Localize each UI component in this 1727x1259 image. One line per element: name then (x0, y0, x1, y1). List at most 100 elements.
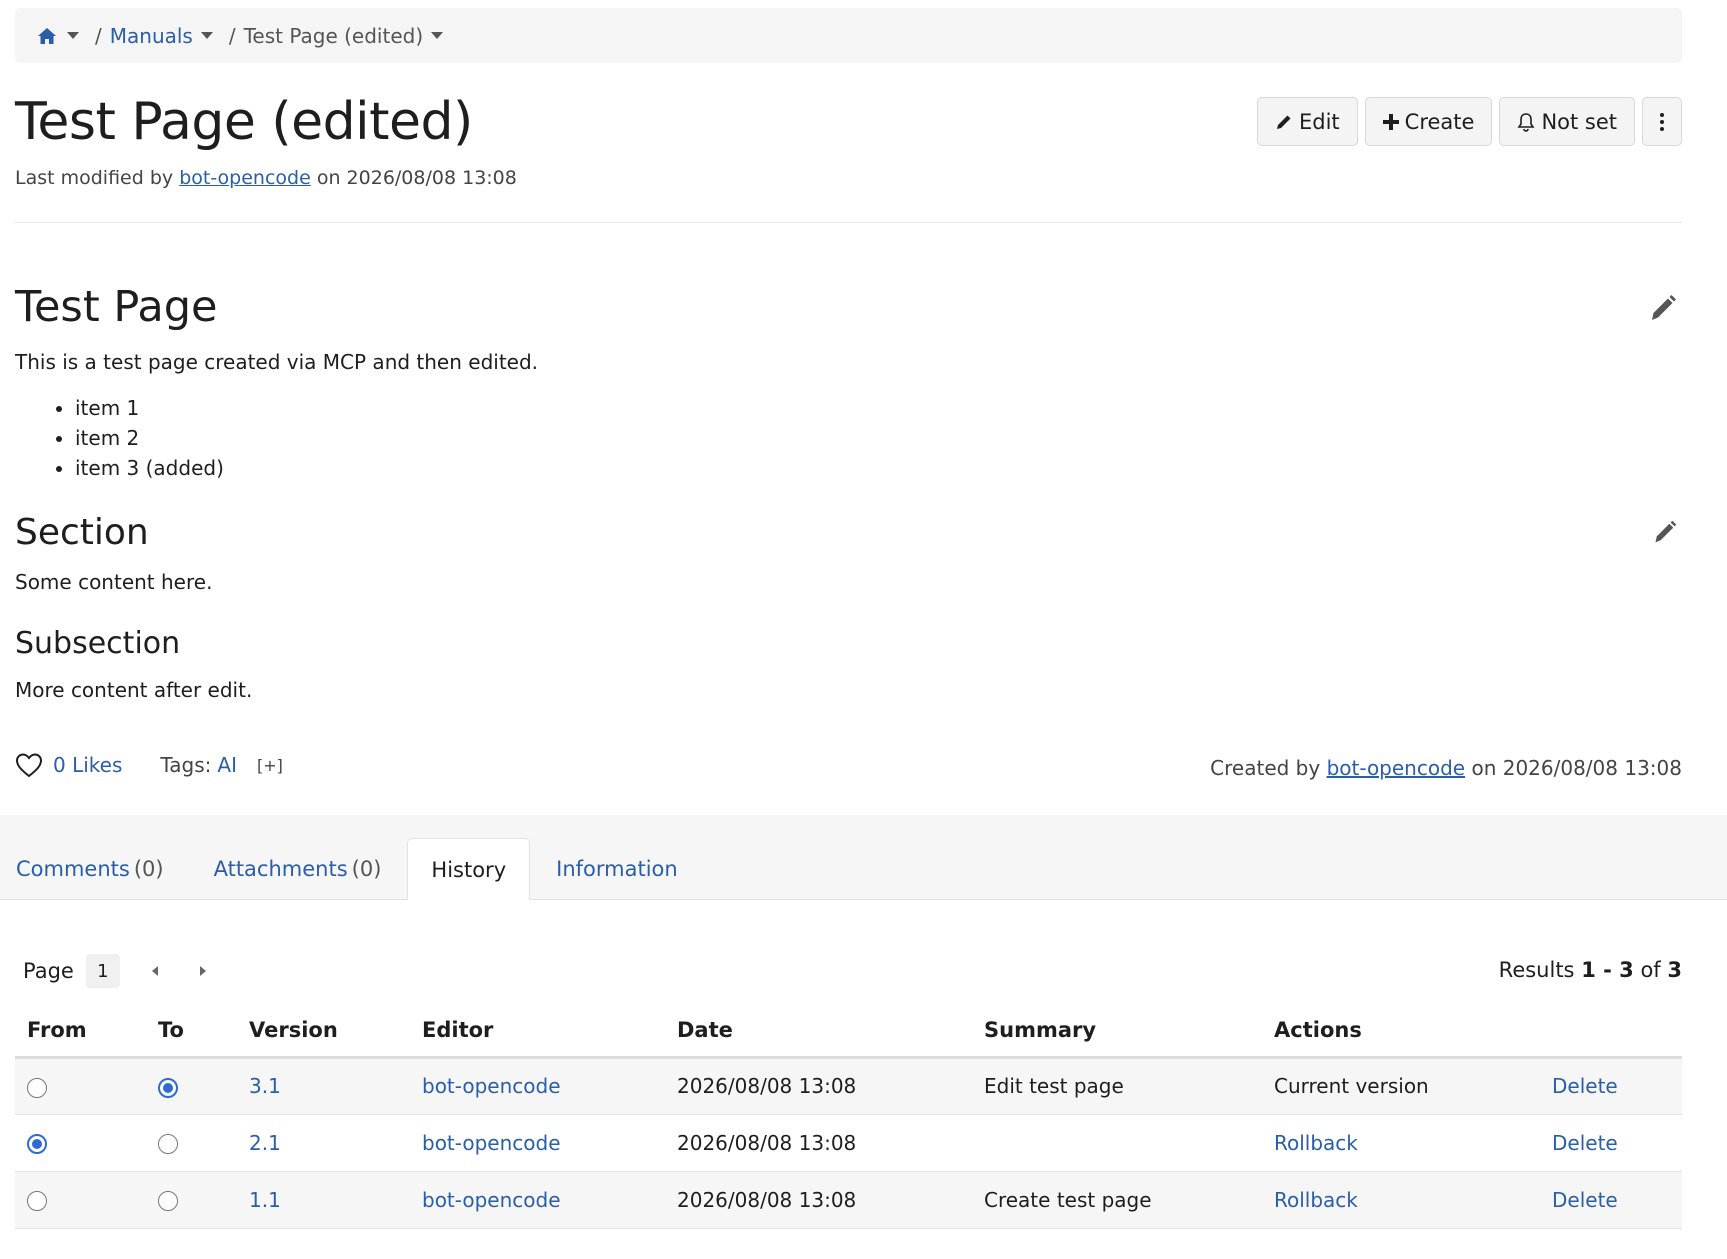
from-cell (15, 1114, 146, 1172)
from-radio[interactable] (27, 1077, 47, 1098)
from-radio[interactable] (27, 1191, 47, 1211)
column-header: Editor (410, 1005, 665, 1059)
breadcrumb-item-manuals[interactable]: Manuals (110, 24, 213, 48)
pager: Page 1 (23, 954, 206, 988)
date-cell: 2026/08/08 13:08 (665, 1057, 972, 1115)
content-heading-2: Section (15, 512, 149, 553)
summary-cell (972, 1114, 1262, 1172)
breadcrumb-item-current[interactable]: Test Page (edited) (244, 24, 444, 48)
rollback-link[interactable]: Rollback (1274, 1131, 1358, 1155)
tab-comments[interactable]: Comments (0) (0, 838, 180, 900)
list-item: item 3 (added) (75, 453, 224, 483)
delete-link[interactable]: Delete (1552, 1188, 1618, 1212)
section-edit-icon[interactable] (1652, 519, 1678, 545)
chevron-down-icon[interactable] (67, 32, 79, 39)
to-radio[interactable] (158, 1077, 178, 1098)
editor-link[interactable]: bot-opencode (422, 1188, 561, 1212)
bottom-tabs: Comments (0) Attachments (0) History Infor… (0, 838, 694, 900)
results-of: of (1640, 958, 1661, 982)
from-cell (15, 1057, 146, 1115)
column-header: Actions (1262, 1005, 1540, 1059)
version-cell: 3.1 (237, 1057, 410, 1115)
content-heading-1: Test Page (15, 282, 218, 332)
pager-label: Page (23, 959, 74, 983)
version-link[interactable]: 3.1 (249, 1074, 281, 1098)
from-cell (15, 1171, 146, 1229)
tab-history[interactable]: History (407, 838, 531, 900)
tab-label: History (431, 857, 507, 882)
breadcrumb-home[interactable] (37, 27, 79, 45)
results-range: 1 - 3 (1581, 958, 1634, 982)
from-radio[interactable] (27, 1134, 47, 1154)
action-cell: Rollback (1262, 1171, 1540, 1229)
create-button[interactable]: Create (1364, 97, 1493, 146)
edit-button[interactable]: Edit (1256, 97, 1358, 146)
tags-label: Tags: (160, 753, 212, 777)
column-header: Summary (972, 1005, 1262, 1059)
editor-link[interactable]: bot-opencode (422, 1131, 561, 1155)
breadcrumb-separator: / (228, 23, 236, 48)
editor-cell: bot-opencode (410, 1114, 665, 1172)
to-cell (146, 1057, 237, 1115)
breadcrumb-current: Test Page (edited) (243, 23, 424, 48)
add-tag-button[interactable]: [+] (257, 756, 283, 775)
version-link[interactable]: 1.1 (249, 1188, 281, 1212)
pager-current-page[interactable]: 1 (85, 954, 120, 988)
tab-count: (0) (133, 857, 164, 881)
table-header-row: From To Version Editor Date Summary Acti… (15, 1005, 1682, 1059)
content-paragraph-2: Some content here. (15, 570, 213, 594)
tab-label: Comments (16, 857, 130, 881)
tab-information[interactable]: Information (540, 838, 694, 900)
watch-button[interactable]: Not set (1499, 97, 1635, 146)
created-user-link[interactable]: bot-opencode (1327, 756, 1466, 780)
likes-tags-row: 0 Likes Tags: AI [+] (15, 752, 283, 778)
to-radio[interactable] (158, 1191, 178, 1211)
editor-link[interactable]: bot-opencode (422, 1074, 561, 1098)
current-version-label: Current version (1274, 1074, 1429, 1098)
created-suffix: on 2026/08/08 13:08 (1471, 756, 1682, 780)
breadcrumb-separator: / (95, 23, 102, 48)
page-title: Test Page (edited) (15, 92, 473, 152)
pencil-icon (1276, 115, 1291, 129)
kebab-menu-icon (1660, 112, 1664, 131)
chevron-down-icon[interactable] (200, 32, 213, 39)
table-row: 2.1 bot-opencode 2026/08/08 13:08 Rollback D… (15, 1114, 1682, 1172)
version-link[interactable]: 2.1 (249, 1131, 281, 1155)
page-toolbar: Edit Create Not set (1256, 97, 1682, 146)
header-divider (15, 222, 1682, 223)
caret-right-icon[interactable] (199, 966, 206, 976)
meta-user-link[interactable]: bot-opencode (179, 167, 311, 189)
to-cell (146, 1114, 237, 1172)
rollback-link[interactable]: Rollback (1274, 1188, 1358, 1212)
table-row: 1.1 bot-opencode 2026/08/08 13:08 Create te… (15, 1171, 1682, 1229)
delete-cell: Delete (1540, 1057, 1682, 1115)
tab-attachments[interactable]: Attachments (0) (198, 838, 398, 900)
delete-link[interactable]: Delete (1552, 1131, 1618, 1155)
column-header: Version (237, 1005, 410, 1059)
heart-icon[interactable] (15, 752, 43, 778)
tags: Tags: AI [+] (160, 753, 283, 777)
action-cell: Rollback (1262, 1114, 1540, 1172)
content-paragraph-1: This is a test page created via MCP and … (15, 350, 539, 374)
list-item: item 2 (75, 423, 224, 453)
column-header: From (15, 1005, 146, 1059)
created-prefix: Created by (1210, 756, 1321, 780)
to-radio[interactable] (158, 1134, 178, 1154)
created-info: Created by bot-opencode on 2026/08/08 13… (1210, 756, 1682, 780)
delete-link[interactable]: Delete (1552, 1074, 1618, 1098)
chevron-down-icon[interactable] (431, 32, 444, 39)
caret-left-icon[interactable] (151, 966, 158, 976)
likes-link[interactable]: 0 Likes (53, 753, 122, 777)
history-table: From To Version Editor Date Summary Acti… (15, 1005, 1682, 1229)
breadcrumb-link[interactable]: Manuals (110, 24, 193, 48)
tag-link[interactable]: AI (217, 753, 237, 777)
delete-cell: Delete (1540, 1114, 1682, 1172)
section-edit-icon[interactable] (1648, 293, 1678, 323)
editor-cell: bot-opencode (410, 1171, 665, 1229)
tab-label: Information (556, 857, 678, 881)
column-header (1540, 1005, 1682, 1059)
list-item: item 1 (75, 393, 224, 423)
more-actions-button[interactable] (1642, 97, 1682, 146)
summary-cell: Edit test page (972, 1057, 1262, 1115)
content-heading-3: Subsection (15, 626, 181, 661)
